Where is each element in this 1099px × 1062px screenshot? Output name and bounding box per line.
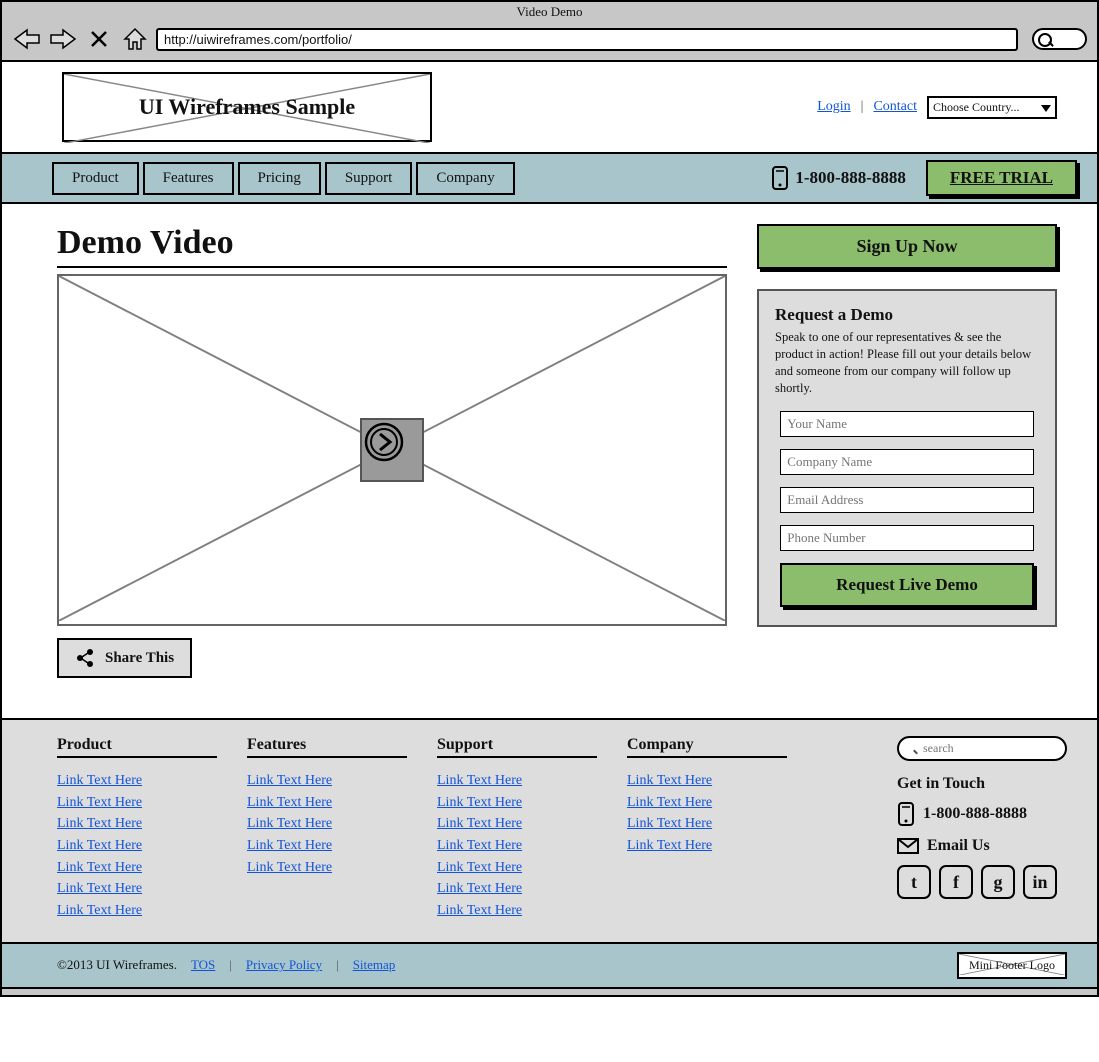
nav-support[interactable]: Support	[325, 162, 413, 195]
country-select[interactable]: Choose Country...	[927, 96, 1057, 119]
forward-button[interactable]	[48, 26, 78, 52]
footer-link[interactable]: Link Text Here	[57, 835, 217, 857]
video-player[interactable]	[57, 274, 727, 626]
footer-link[interactable]: Link Text Here	[247, 835, 407, 857]
page-heading: Demo Video	[57, 224, 727, 262]
footer-link[interactable]: Link Text Here	[437, 835, 597, 857]
header-phone: 1-800-888-8888	[771, 165, 905, 191]
mini-footer-logo[interactable]: Mini Footer Logo	[957, 952, 1067, 979]
free-trial-button[interactable]: FREE TRIAL	[926, 160, 1077, 196]
nav-product[interactable]: Product	[52, 162, 139, 195]
footer-link[interactable]: Link Text Here	[437, 857, 597, 879]
footer-link[interactable]: Link Text Here	[57, 770, 217, 792]
nav-company[interactable]: Company	[416, 162, 514, 195]
name-input[interactable]	[780, 411, 1033, 437]
mini-logo-text: Mini Footer Logo	[969, 958, 1055, 972]
footer-link[interactable]: Link Text Here	[437, 792, 597, 814]
footer-link[interactable]: Link Text Here	[247, 792, 407, 814]
footer-search[interactable]	[897, 736, 1067, 761]
footer-link[interactable]: Link Text Here	[627, 813, 787, 835]
mail-icon	[897, 838, 919, 854]
nav-features[interactable]: Features	[143, 162, 234, 195]
footer-col-title: Features	[247, 736, 407, 754]
request-demo-button[interactable]: Request Live Demo	[780, 563, 1033, 607]
login-link[interactable]: Login	[817, 99, 850, 115]
footer-link[interactable]: Link Text Here	[57, 878, 217, 900]
back-button[interactable]	[12, 26, 42, 52]
privacy-link[interactable]: Privacy Policy	[246, 957, 322, 973]
footer-link[interactable]: Link Text Here	[627, 835, 787, 857]
footer-link[interactable]: Link Text Here	[627, 770, 787, 792]
demo-form-blurb: Speak to one of our representatives & se…	[775, 329, 1039, 397]
footer-link[interactable]: Link Text Here	[247, 813, 407, 835]
share-icon	[75, 648, 95, 668]
footer-link[interactable]: Link Text Here	[437, 770, 597, 792]
window-title: Video Demo	[2, 2, 1097, 20]
footer-link[interactable]: Link Text Here	[627, 792, 787, 814]
browser-search[interactable]	[1032, 28, 1087, 50]
email-input[interactable]	[780, 487, 1033, 513]
url-bar[interactable]: http://uiwireframes.com/portfolio/	[156, 28, 1018, 51]
nav-pricing[interactable]: Pricing	[238, 162, 321, 195]
home-button[interactable]	[120, 26, 150, 52]
footer-link[interactable]: Link Text Here	[57, 813, 217, 835]
footer-col-title: Product	[57, 736, 217, 754]
twitter-icon[interactable]: t	[897, 865, 931, 899]
contact-link[interactable]: Contact	[873, 99, 917, 115]
footer-link[interactable]: Link Text Here	[437, 900, 597, 922]
footer-link[interactable]: Link Text Here	[437, 813, 597, 835]
sitemap-link[interactable]: Sitemap	[353, 957, 396, 973]
divider: |	[861, 99, 864, 115]
linkedin-icon[interactable]: in	[1023, 865, 1057, 899]
share-label: Share This	[105, 650, 174, 667]
stop-button[interactable]	[84, 26, 114, 52]
facebook-icon[interactable]: f	[939, 865, 973, 899]
footer-link[interactable]: Link Text Here	[437, 878, 597, 900]
get-in-touch-title: Get in Touch	[897, 775, 1067, 793]
tos-link[interactable]: TOS	[191, 957, 215, 973]
phone-number: 1-800-888-8888	[795, 168, 905, 188]
site-logo[interactable]: UI Wireframes Sample	[62, 72, 432, 142]
share-button[interactable]: Share This	[57, 638, 192, 678]
demo-form: Request a Demo Speak to one of our repre…	[757, 289, 1057, 627]
phone-icon	[771, 165, 789, 191]
footer-col-title: Support	[437, 736, 597, 754]
footer-col-title: Company	[627, 736, 787, 754]
google-icon[interactable]: g	[981, 865, 1015, 899]
company-input[interactable]	[780, 449, 1033, 475]
footer-link[interactable]: Link Text Here	[57, 900, 217, 922]
play-button-icon[interactable]	[360, 418, 424, 482]
copyright: ©2013 UI Wireframes.	[57, 957, 177, 973]
signup-button[interactable]: Sign Up Now	[757, 224, 1057, 269]
footer-link[interactable]: Link Text Here	[57, 792, 217, 814]
phone-icon	[897, 801, 915, 827]
demo-form-title: Request a Demo	[775, 305, 1039, 325]
footer-link[interactable]: Link Text Here	[247, 770, 407, 792]
phone-input[interactable]	[780, 525, 1033, 551]
footer-link[interactable]: Link Text Here	[247, 857, 407, 879]
footer-email[interactable]: Email Us	[897, 837, 1067, 855]
footer-phone: 1-800-888-8888	[897, 801, 1067, 827]
logo-text: UI Wireframes Sample	[139, 94, 355, 120]
footer-link[interactable]: Link Text Here	[57, 857, 217, 879]
